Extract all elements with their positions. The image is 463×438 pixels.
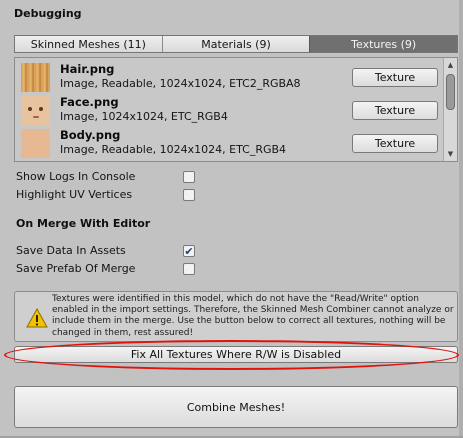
combine-meshes-button[interactable]: Combine Meshes! xyxy=(14,386,458,428)
texture-name: Hair.png xyxy=(60,62,115,76)
texture-button[interactable]: Texture xyxy=(352,101,438,120)
scroll-down-icon[interactable]: ▼ xyxy=(444,148,457,159)
texture-details: Image, Readable, 1024x1024, ETC2_RGBA8 xyxy=(60,77,301,90)
scroll-up-icon[interactable]: ▲ xyxy=(444,59,457,70)
texture-button[interactable]: Texture xyxy=(352,68,438,87)
save-data-label: Save Data In Assets xyxy=(16,244,126,257)
list-item: Body.png Image, Readable, 1024x1024, ETC… xyxy=(19,126,439,159)
tab-materials[interactable]: Materials (9) xyxy=(161,36,310,52)
show-logs-label: Show Logs In Console xyxy=(16,170,136,183)
texture-list[interactable]: Hair.png Image, Readable, 1024x1024, ETC… xyxy=(14,57,458,162)
texture-details: Image, 1024x1024, ETC_RGB4 xyxy=(60,110,228,123)
highlight-uv-label: Highlight UV Vertices xyxy=(16,188,133,201)
tab-bar: Skinned Meshes (11) Materials (9) Textur… xyxy=(14,35,458,53)
save-prefab-label: Save Prefab Of Merge xyxy=(16,262,136,275)
texture-button[interactable]: Texture xyxy=(352,134,438,153)
save-data-checkbox[interactable]: ✔ xyxy=(183,245,195,257)
tab-skinned-meshes[interactable]: Skinned Meshes (11) xyxy=(15,36,162,52)
texture-thumbnail xyxy=(21,96,50,125)
eye-mark xyxy=(39,107,43,111)
show-logs-checkbox[interactable] xyxy=(183,171,195,183)
highlight-uv-checkbox[interactable] xyxy=(183,189,195,201)
list-item: Face.png Image, 1024x1024, ETC_RGB4 Text… xyxy=(19,93,439,126)
texture-details: Image, Readable, 1024x1024, ETC_RGB4 xyxy=(60,143,287,156)
warning-text: Textures were identified in this model, … xyxy=(52,294,454,338)
texture-name: Face.png xyxy=(60,95,119,109)
tab-textures[interactable]: Textures (9) xyxy=(309,36,458,52)
warning-icon xyxy=(26,308,48,328)
fix-textures-button[interactable]: Fix All Textures Where R/W is Disabled xyxy=(14,346,458,363)
texture-thumbnail xyxy=(21,63,50,92)
on-merge-title: On Merge With Editor xyxy=(16,217,151,230)
save-prefab-checkbox[interactable] xyxy=(183,263,195,275)
list-scrollbar[interactable]: ▲ ▼ xyxy=(443,58,457,161)
mouth-mark xyxy=(33,116,39,118)
texture-thumbnail xyxy=(21,129,50,158)
list-item: Hair.png Image, Readable, 1024x1024, ETC… xyxy=(19,60,439,93)
eye-mark xyxy=(28,107,32,111)
checkmark-icon: ✔ xyxy=(184,244,194,258)
debugging-title: Debugging xyxy=(14,7,82,20)
warning-helpbox: Textures were identified in this model, … xyxy=(14,291,458,342)
right-edge xyxy=(459,0,463,438)
scroll-thumb[interactable] xyxy=(446,74,455,110)
texture-name: Body.png xyxy=(60,128,121,142)
